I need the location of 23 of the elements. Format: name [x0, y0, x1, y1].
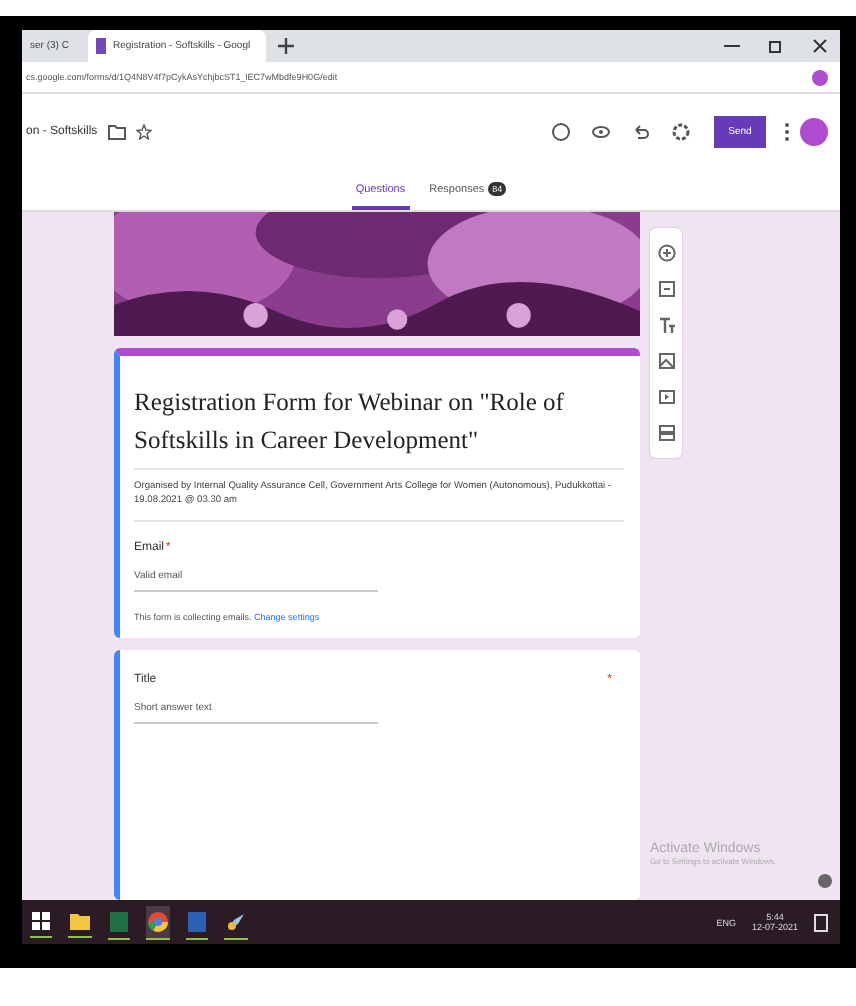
folder-icon[interactable] — [107, 124, 126, 140]
form-title[interactable]: Registration Form for Webinar on "Role of Softskills in Career Development" — [134, 372, 624, 470]
forms-icon — [96, 38, 107, 54]
text-icon[interactable] — [657, 316, 675, 334]
eye-icon[interactable] — [592, 122, 610, 142]
section-icon[interactable] — [657, 424, 675, 442]
browser-icon[interactable] — [146, 905, 170, 939]
notification-icon[interactable] — [814, 913, 828, 931]
star-icon[interactable] — [135, 124, 152, 140]
image-icon[interactable] — [657, 352, 675, 370]
import-icon[interactable] — [657, 280, 675, 298]
new-tab-icon[interactable] — [278, 38, 295, 54]
help-icon[interactable] — [818, 874, 832, 888]
close-icon[interactable] — [812, 38, 828, 54]
settings-icon[interactable] — [672, 122, 690, 142]
restore-icon[interactable] — [768, 38, 784, 54]
add-icon[interactable] — [657, 244, 675, 262]
profile-avatar[interactable] — [800, 118, 828, 146]
more-icon[interactable] — [784, 122, 790, 142]
video-icon[interactable] — [657, 388, 675, 406]
profile-avatar[interactable] — [812, 69, 828, 85]
windows-icon[interactable] — [30, 906, 52, 938]
undo-icon[interactable] — [632, 122, 650, 142]
